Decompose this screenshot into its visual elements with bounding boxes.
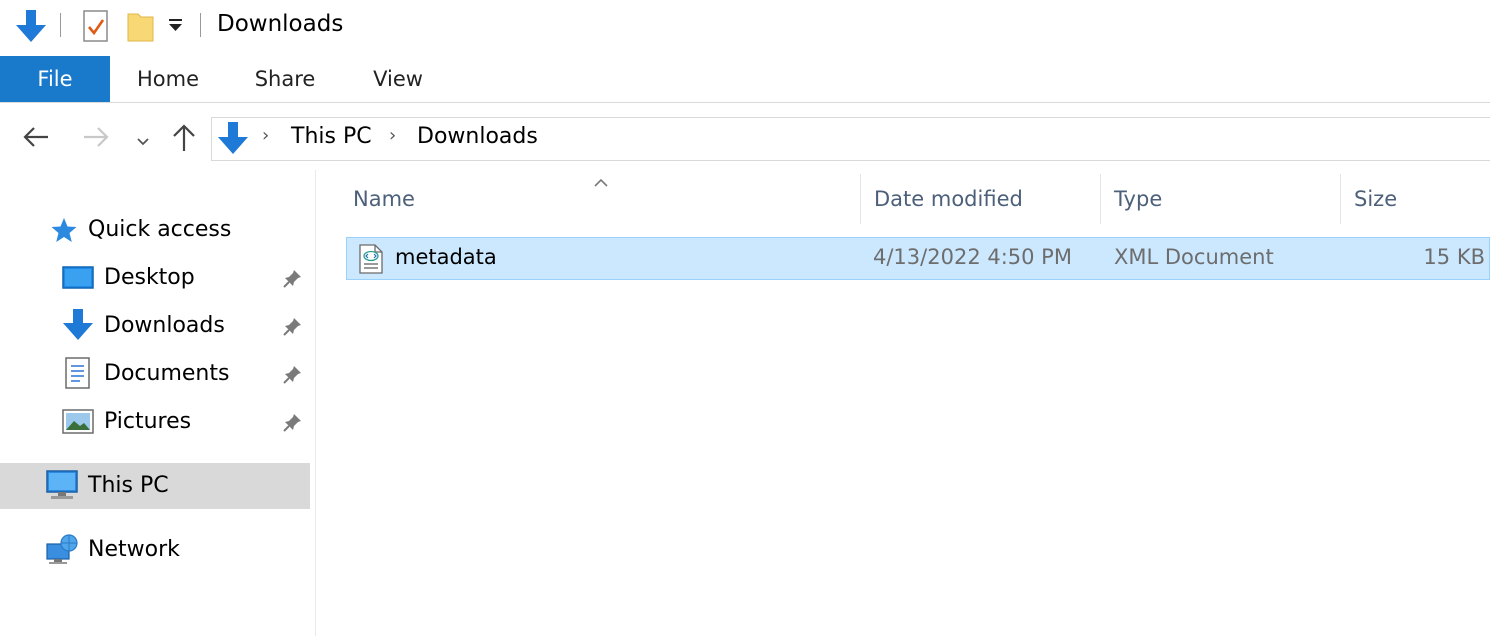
column-header-type[interactable]: Type [1102, 170, 1340, 224]
sidebar-item-documents[interactable]: Documents [0, 351, 310, 397]
sidebar-item-label: Quick access [88, 217, 232, 242]
star-icon [50, 216, 78, 248]
computer-icon [45, 469, 79, 505]
download-arrow-icon[interactable] [14, 8, 48, 48]
breadcrumb-downloads[interactable]: Downloads [417, 124, 538, 149]
breadcrumb-separator[interactable]: › [262, 125, 269, 146]
ribbon-tabs: File Home Share View [0, 56, 1490, 103]
pin-icon[interactable] [283, 412, 303, 436]
download-arrow-icon [62, 308, 94, 346]
title-bar: Downloads [0, 0, 1490, 54]
sidebar-item-label: Pictures [104, 409, 192, 434]
file-row[interactable]: metadata 4/13/2022 4:50 PM XML Document … [346, 237, 1490, 280]
column-header-date-modified[interactable]: Date modified [862, 170, 1100, 224]
address-bar[interactable]: › This PC › Downloads [211, 117, 1490, 161]
column-divider[interactable] [1100, 174, 1101, 224]
new-folder-icon[interactable] [126, 9, 156, 47]
up-arrow-icon[interactable] [171, 123, 197, 157]
column-divider[interactable] [860, 174, 861, 224]
customize-dropdown-icon[interactable] [168, 18, 184, 38]
pictures-icon [62, 409, 94, 439]
navigation-pane: Quick access Desktop Downloads Documents… [0, 170, 316, 636]
file-type: XML Document [1114, 245, 1274, 269]
desktop-icon [62, 264, 94, 296]
sidebar-item-desktop[interactable]: Desktop [0, 255, 310, 301]
file-date-modified: 4/13/2022 4:50 PM [873, 245, 1072, 269]
navigation-bar: › This PC › Downloads [0, 104, 1490, 170]
sidebar-item-quick-access[interactable]: Quick access [0, 207, 310, 253]
recent-chevron-icon[interactable] [136, 132, 150, 151]
properties-icon[interactable] [82, 9, 110, 47]
documents-icon [64, 356, 92, 394]
tab-share[interactable]: Share [245, 56, 325, 102]
window-title: Downloads [217, 11, 344, 37]
breadcrumb-separator[interactable]: › [389, 125, 396, 146]
file-name: metadata [395, 245, 497, 269]
sidebar-item-this-pc[interactable]: This PC [0, 463, 310, 509]
sidebar-item-label: Network [88, 537, 180, 562]
tab-home[interactable]: Home [128, 56, 208, 102]
breadcrumb-this-pc[interactable]: This PC [291, 124, 372, 149]
column-divider[interactable] [1340, 174, 1341, 224]
download-arrow-icon [216, 121, 250, 161]
back-arrow-icon[interactable] [22, 126, 50, 152]
sidebar-item-downloads[interactable]: Downloads [0, 303, 310, 349]
xml-file-icon [357, 244, 385, 278]
pin-icon[interactable] [283, 316, 303, 340]
file-size: 15 KB [1423, 245, 1485, 269]
sidebar-item-pictures[interactable]: Pictures [0, 399, 310, 445]
column-header-size[interactable]: Size [1342, 170, 1490, 224]
pin-icon[interactable] [283, 268, 303, 292]
sidebar-item-label: Desktop [104, 265, 195, 290]
forward-arrow-icon[interactable] [82, 126, 110, 152]
tab-view[interactable]: View [358, 56, 438, 102]
file-list: Name Date modified Type Size metadata 4/… [317, 170, 1490, 636]
network-icon [45, 532, 79, 570]
sidebar-item-label: This PC [88, 473, 169, 498]
sidebar-item-label: Documents [104, 361, 230, 386]
sidebar-item-label: Downloads [104, 313, 225, 338]
pin-icon[interactable] [283, 364, 303, 388]
tab-file[interactable]: File [0, 56, 110, 102]
sidebar-item-network[interactable]: Network [0, 527, 310, 573]
column-header-name[interactable]: Name [341, 170, 861, 224]
